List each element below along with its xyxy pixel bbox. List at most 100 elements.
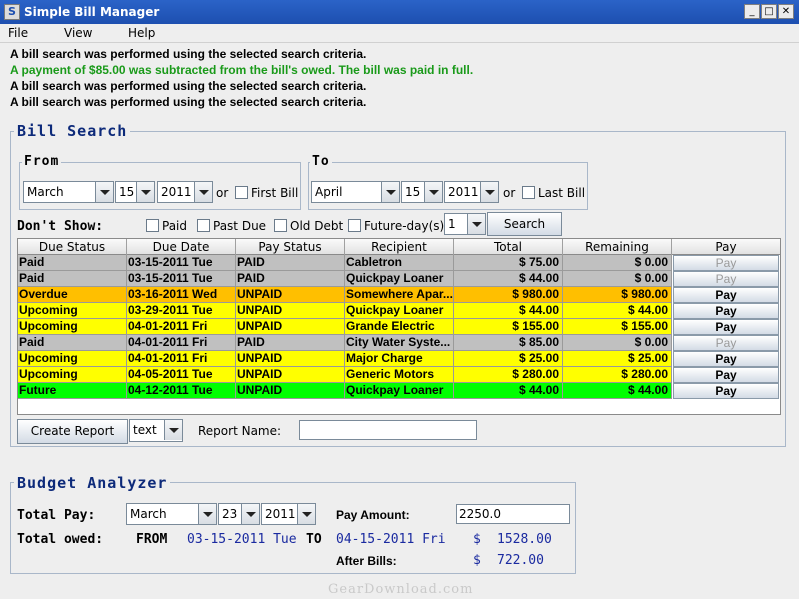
chevron-down-icon (198, 504, 216, 524)
table-cell-status: Future (18, 383, 127, 399)
pay-year-select[interactable]: 2011 (261, 503, 316, 525)
table-cell-total: $ 280.00 (454, 367, 563, 383)
table-cell-total: $ 44.00 (454, 271, 563, 287)
last-bill-checkbox[interactable] (522, 186, 535, 199)
pay-button[interactable]: Pay (673, 351, 779, 367)
create-report-button[interactable]: Create Report (17, 419, 128, 444)
table-cell-remaining: $ 155.00 (563, 319, 672, 335)
pay-button[interactable]: Pay (673, 335, 779, 351)
table-row[interactable]: Upcoming 04-01-2011 Fri UNPAID Grande Elect… (18, 319, 780, 335)
from-year-select[interactable]: 2011 (157, 181, 213, 203)
table-row[interactable]: Paid 03-15-2011 Tue PAID Quickpay Loaner $ 4… (18, 271, 780, 287)
pay-day-select[interactable]: 23 (218, 503, 260, 525)
chevron-down-icon (194, 182, 212, 202)
table-cell-status: Paid (18, 271, 127, 287)
future-days-select[interactable]: 1 (444, 213, 486, 235)
owed-from-label: FROM (136, 532, 168, 547)
column-header[interactable]: Remaining (563, 239, 672, 255)
first-bill-checkbox[interactable] (235, 186, 248, 199)
first-bill-label: First Bill (251, 186, 299, 200)
chevron-down-icon (164, 420, 182, 440)
table-cell-recipient: Quickpay Loaner (345, 271, 454, 287)
dont-show-old-debt-checkbox[interactable] (274, 219, 287, 232)
dont-show-old-debt-label: Old Debt (290, 219, 344, 233)
pay-button[interactable]: Pay (673, 287, 779, 303)
dont-show-label: Don't Show: (17, 219, 104, 234)
pay-button[interactable]: Pay (673, 255, 779, 271)
table-cell-pay-status: UNPAID (236, 383, 345, 399)
maximize-button[interactable]: □ (761, 4, 777, 19)
column-header[interactable]: Recipient (345, 239, 454, 255)
owed-from-date: 03-15-2011 Tue (187, 532, 297, 547)
column-header[interactable]: Total (454, 239, 563, 255)
pay-button[interactable]: Pay (673, 383, 779, 399)
from-label: From (22, 154, 62, 169)
table-row[interactable]: Paid 04-01-2011 Fri PAID City Water Syste..… (18, 335, 780, 351)
to-or-label: or (503, 186, 516, 200)
pay-button[interactable]: Pay (673, 271, 779, 287)
menu-view[interactable]: View (64, 26, 92, 40)
table-cell-remaining: $ 280.00 (563, 367, 672, 383)
table-cell-pay-status: PAID (236, 255, 345, 271)
pay-button[interactable]: Pay (673, 367, 779, 383)
column-header[interactable]: Pay (672, 239, 780, 255)
column-header[interactable]: Pay Status (236, 239, 345, 255)
table-cell-date: 04-12-2011 Tue (127, 383, 236, 399)
table-cell-remaining: $ 980.00 (563, 287, 672, 303)
pay-amount-input[interactable]: 2250.0 (456, 504, 570, 524)
menu-help[interactable]: Help (128, 26, 155, 40)
status-message: A bill search was performed using the se… (10, 79, 367, 93)
table-header: Due Status Due Date Pay Status Recipient… (18, 239, 780, 255)
table-cell-remaining: $ 44.00 (563, 383, 672, 399)
bills-table: Due Status Due Date Pay Status Recipient… (17, 238, 781, 415)
table-row[interactable]: Paid 03-15-2011 Tue PAID Cabletron $ 75.00 $ … (18, 255, 780, 271)
table-cell-status: Upcoming (18, 319, 127, 335)
to-day-select[interactable]: 15 (401, 181, 443, 203)
table-row[interactable]: Future 04-12-2011 Tue UNPAID Quickpay Loane… (18, 383, 780, 399)
owed-to-date: 04-15-2011 Fri (336, 532, 446, 547)
table-cell-pay-status: UNPAID (236, 319, 345, 335)
after-bills-label: After Bills: (336, 554, 397, 568)
chevron-down-icon (467, 214, 485, 234)
column-header[interactable]: Due Date (127, 239, 236, 255)
table-cell-pay-status: UNPAID (236, 367, 345, 383)
table-cell-pay-status: UNPAID (236, 303, 345, 319)
menu-file[interactable]: File (8, 26, 28, 40)
pay-button[interactable]: Pay (673, 319, 779, 335)
from-day-select[interactable]: 15 (115, 181, 155, 203)
table-cell-status: Overdue (18, 287, 127, 303)
search-button[interactable]: Search (487, 212, 562, 236)
window-title: Simple Bill Manager (24, 5, 160, 19)
table-cell-status: Upcoming (18, 351, 127, 367)
from-or-label: or (216, 186, 229, 200)
status-message: A bill search was performed using the se… (10, 95, 367, 109)
minimize-button[interactable]: _ (744, 4, 760, 19)
table-row[interactable]: Overdue 03-16-2011 Wed UNPAID Somewhere Apa… (18, 287, 780, 303)
table-row[interactable]: Upcoming 04-05-2011 Tue UNPAID Generic Moto… (18, 367, 780, 383)
column-header[interactable]: Due Status (18, 239, 127, 255)
table-row[interactable]: Upcoming 04-01-2011 Fri UNPAID Major Charge… (18, 351, 780, 367)
report-format-select[interactable]: text (129, 419, 183, 442)
report-name-input[interactable] (299, 420, 477, 440)
table-cell-pay-status: PAID (236, 335, 345, 351)
after-bills-amount: 722.00 (497, 553, 544, 568)
table-cell-total: $ 155.00 (454, 319, 563, 335)
from-month-select[interactable]: March (23, 181, 114, 203)
to-month-select[interactable]: April (311, 181, 400, 203)
dont-show-future-checkbox[interactable] (348, 219, 361, 232)
table-cell-date: 04-01-2011 Fri (127, 335, 236, 351)
table-cell-recipient: Cabletron (345, 255, 454, 271)
chevron-down-icon (480, 182, 498, 202)
pay-month-select[interactable]: March (126, 503, 217, 525)
chevron-down-icon (95, 182, 113, 202)
app-icon: S (4, 4, 20, 20)
pay-button[interactable]: Pay (673, 303, 779, 319)
dont-show-past-due-label: Past Due (213, 219, 267, 233)
close-button[interactable]: ✕ (778, 4, 794, 19)
dont-show-past-due-checkbox[interactable] (197, 219, 210, 232)
table-row[interactable]: Upcoming 03-29-2011 Tue UNPAID Quickpay Loa… (18, 303, 780, 319)
dont-show-paid-checkbox[interactable] (146, 219, 159, 232)
table-cell-total: $ 44.00 (454, 303, 563, 319)
chevron-down-icon (381, 182, 399, 202)
to-year-select[interactable]: 2011 (444, 181, 499, 203)
